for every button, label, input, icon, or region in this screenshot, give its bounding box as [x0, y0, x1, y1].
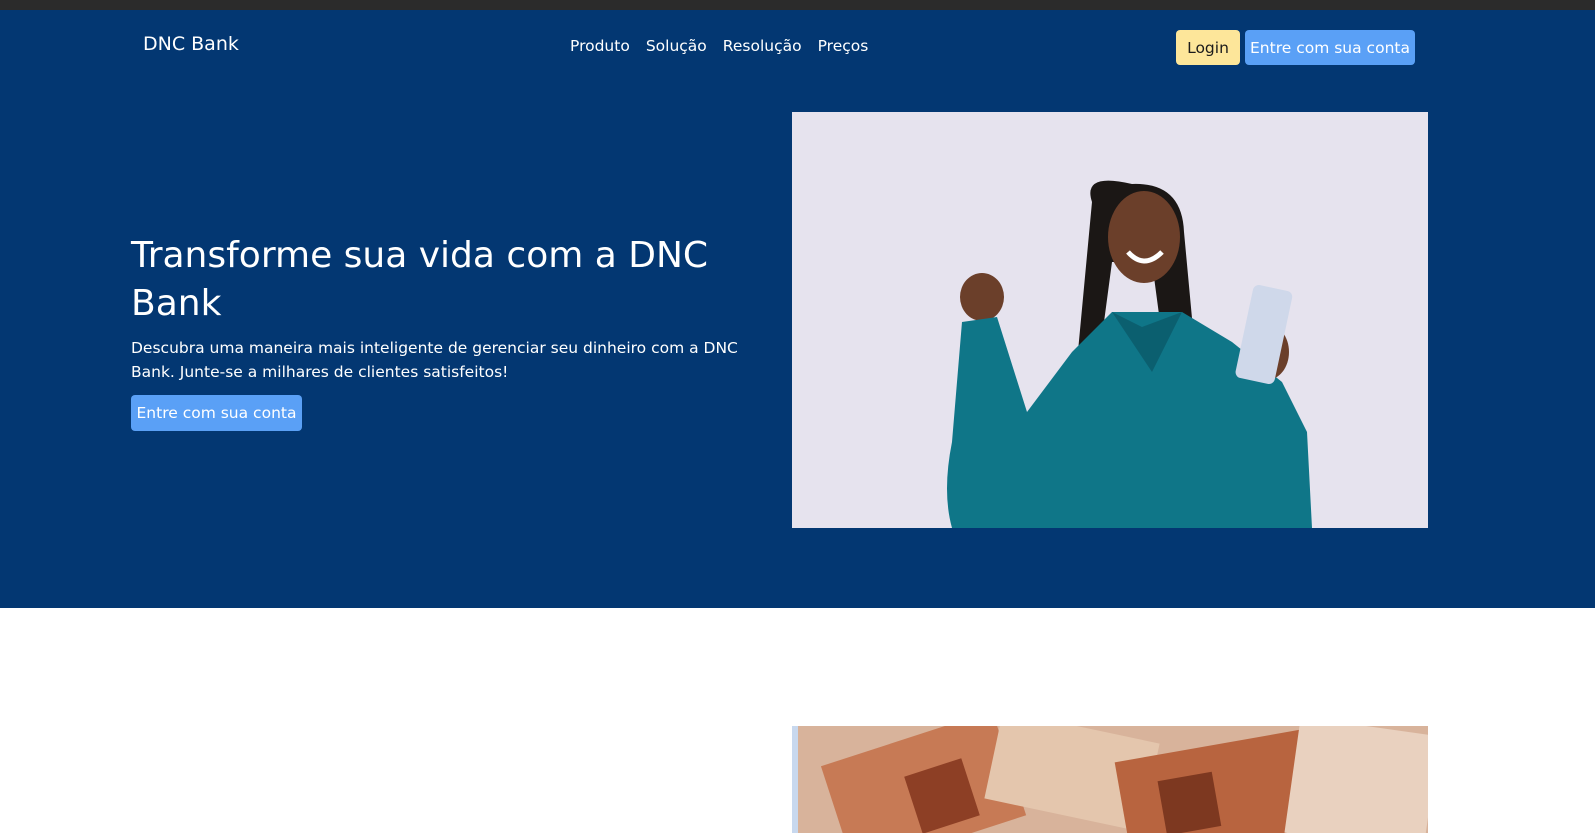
money-image: [792, 726, 1428, 833]
woman-with-phone-illustration: [792, 112, 1428, 528]
secondary-section: [0, 608, 1595, 833]
hero-title: Transforme sua vida com a DNC Bank: [131, 235, 709, 324]
nav-links: Produto Solução Resolução Preços: [570, 37, 868, 55]
nav-link-produto[interactable]: Produto: [570, 37, 630, 55]
brand-logo[interactable]: DNC Bank: [143, 33, 239, 55]
nav-link-solucao[interactable]: Solução: [646, 37, 707, 55]
nav-link-resolucao[interactable]: Resolução: [723, 37, 802, 55]
hero-section: DNC Bank Produto Solução Resolução Preço…: [0, 10, 1595, 608]
login-button[interactable]: Login: [1176, 30, 1240, 65]
navbar: DNC Bank Produto Solução Resolução Preço…: [0, 10, 1595, 86]
nav-link-precos[interactable]: Preços: [818, 37, 869, 55]
signin-button[interactable]: Entre com sua conta: [1245, 30, 1415, 65]
hero-image: [792, 112, 1428, 528]
hero-signin-button[interactable]: Entre com sua conta: [131, 395, 302, 431]
hero-description: Descubra uma maneira mais inteligente de…: [131, 339, 738, 381]
banknotes-illustration: [792, 726, 1428, 833]
